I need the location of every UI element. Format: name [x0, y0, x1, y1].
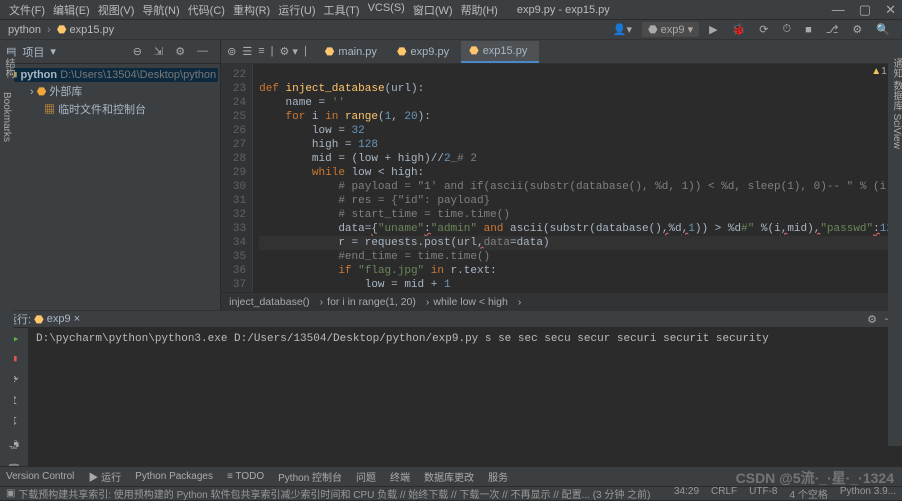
- right-rail[interactable]: 通知 数据库 SciView: [888, 54, 902, 446]
- code-breadcrumb[interactable]: inject_database()›for i in range(1, 20)›…: [221, 292, 902, 310]
- editor-tabs: ⊚ ☰ ≡ | ⚙ ▾ | ⬣main.py⬣exp9.py⬣exp15.py: [221, 40, 902, 64]
- tool-tab[interactable]: 问题: [356, 469, 376, 484]
- menu-item[interactable]: VCS(S): [365, 1, 408, 19]
- list-icon[interactable]: ☰: [242, 45, 252, 58]
- menu-item[interactable]: 帮助(H): [458, 1, 501, 19]
- collapse-icon[interactable]: ⊖: [133, 45, 142, 58]
- crumb-file[interactable]: exp15.py: [70, 24, 115, 36]
- sort-icon[interactable]: ≡: [258, 45, 264, 58]
- status-message[interactable]: 下载预构建共享索引: 使用预构建的 Python 软件包共享索引减少索引时间和 …: [18, 486, 650, 501]
- crumb-root[interactable]: python: [8, 24, 41, 36]
- run-name[interactable]: exp9: [47, 313, 71, 325]
- tool-tab[interactable]: Python 控制台: [278, 469, 342, 484]
- editor-tab[interactable]: ⬣exp9.py: [389, 41, 461, 63]
- menu-item[interactable]: 代码(C): [185, 1, 228, 19]
- tool-tab[interactable]: Version Control: [6, 471, 74, 482]
- code-crumb-item[interactable]: inject_database(): [229, 296, 310, 308]
- run-config-selector[interactable]: ⬣ exp9 ▾: [642, 22, 699, 37]
- run-settings-icon[interactable]: ⚙: [867, 313, 877, 326]
- maximize-icon[interactable]: ▢: [859, 2, 871, 18]
- tool-tab[interactable]: ▶ 运行: [88, 469, 121, 484]
- status-hide-icon[interactable]: ▣: [6, 488, 15, 499]
- tool-tab[interactable]: Python Packages: [135, 471, 213, 482]
- close-icon[interactable]: ✕: [885, 2, 896, 18]
- run-panel: 运行: ⬣ exp9 × ⚙ — ▶ ■ ⟳ ↥ ↧ 🖶 🗑 D:\pychar…: [0, 310, 902, 466]
- project-tool-header: ▤ 项目 ▾ ⊖ ⇲ ⚙ —: [0, 40, 220, 64]
- editor-tab[interactable]: ⬣exp15.py: [461, 41, 539, 63]
- coverage-icon[interactable]: ⟳: [755, 23, 772, 36]
- tree-scratch[interactable]: ▦ 临时文件和控制台: [2, 100, 218, 118]
- project-label: 项目: [22, 44, 44, 60]
- settings-icon[interactable]: ⚙: [175, 45, 185, 58]
- status-bar: ▣ 下载预构建共享索引: 使用预构建的 Python 软件包共享索引减少索引时间…: [0, 486, 902, 500]
- menu-item[interactable]: 窗口(W): [410, 1, 456, 19]
- code-crumb-item[interactable]: while low < high: [433, 296, 507, 308]
- menu-item[interactable]: 文件(F): [6, 1, 48, 19]
- project-tree[interactable]: › ■ python D:\Users\13504\Desktop\python…: [0, 64, 220, 122]
- menu-item[interactable]: 重构(R): [230, 1, 273, 19]
- title-bar: 文件(F)编辑(E)视图(V)导航(N)代码(C)重构(R)运行(U)工具(T)…: [0, 0, 902, 20]
- stop-icon[interactable]: ■: [801, 24, 816, 36]
- run-icon[interactable]: ▶: [705, 23, 721, 36]
- tool-tab[interactable]: 终端: [390, 469, 410, 484]
- toolbar-right: 👤▾ ⬣ exp9 ▾ ▶ 🐞 ⟳ ⏱ ■ ⎇ ⚙ 🔍: [609, 22, 894, 37]
- editor-tab[interactable]: ⬣main.py: [317, 41, 389, 63]
- menu-bar: 文件(F)编辑(E)视图(V)导航(N)代码(C)重构(R)运行(U)工具(T)…: [6, 1, 501, 19]
- search-icon[interactable]: 🔍: [872, 23, 894, 36]
- menu-item[interactable]: 运行(U): [275, 1, 318, 19]
- tree-ext-lib[interactable]: › ⬣ 外部库: [2, 82, 218, 100]
- minimize-icon[interactable]: —: [832, 2, 845, 18]
- debug-icon[interactable]: 🐞: [728, 23, 750, 36]
- settings-icon[interactable]: ⚙: [848, 23, 866, 36]
- window-title: exp9.py - exp15.py: [517, 4, 610, 16]
- code-crumb-item[interactable]: for i in range(1, 20): [327, 296, 416, 308]
- indent[interactable]: 4 个空格: [790, 486, 828, 501]
- menu-item[interactable]: 编辑(E): [50, 1, 93, 19]
- expand-icon[interactable]: ⇲: [154, 45, 163, 58]
- profile-icon[interactable]: ⏱: [778, 23, 795, 36]
- gear-icon[interactable]: ⚙ ▾: [279, 45, 297, 58]
- line-sep[interactable]: CRLF: [711, 486, 737, 501]
- user-icon[interactable]: 👤▾: [609, 23, 636, 36]
- menu-item[interactable]: 视图(V): [95, 1, 138, 19]
- code-area[interactable]: def inject_database(url): name = '' for …: [253, 64, 902, 292]
- nav-bar: python › ⬣ exp15.py 👤▾ ⬣ exp9 ▾ ▶ 🐞 ⟳ ⏱ …: [0, 20, 902, 40]
- hide-icon[interactable]: —: [197, 45, 208, 58]
- breadcrumb[interactable]: python › ⬣ exp15.py: [8, 23, 114, 36]
- tool-tab[interactable]: ≡ TODO: [227, 471, 264, 482]
- tool-window-bar: Version Control ▶ 运行 Python Packages ≡ TODO…: [0, 466, 902, 486]
- gutter[interactable]: 22 23 24 25 26 27 28 29 30 31 32 33 34 3…: [221, 64, 253, 292]
- tool-tab[interactable]: 服务: [488, 469, 508, 484]
- menu-item[interactable]: 导航(N): [139, 1, 182, 19]
- locate-icon[interactable]: ⊚: [227, 45, 236, 58]
- project-sidebar: ▤ 项目 ▾ ⊖ ⇲ ⚙ — › ■ python D:\Users\13504…: [0, 40, 221, 310]
- tool-tab[interactable]: 数据库更改: [424, 469, 474, 484]
- caret-pos[interactable]: 34:29: [674, 486, 699, 501]
- console-output[interactable]: D:\pycharm\python\python3.exe D:/Users/1…: [28, 328, 902, 476]
- left-rail[interactable]: 结构Bookmarks: [0, 54, 14, 446]
- encoding[interactable]: UTF-8: [749, 486, 777, 501]
- interpreter[interactable]: Python 3.9...: [840, 486, 896, 501]
- editor: ⊚ ☰ ≡ | ⚙ ▾ | ⬣main.py⬣exp9.py⬣exp15.py …: [221, 40, 902, 310]
- vcs-icon[interactable]: ⎇: [822, 23, 843, 36]
- tree-root[interactable]: › ■ python D:\Users\13504\Desktop\python: [2, 68, 218, 82]
- menu-item[interactable]: 工具(T): [321, 1, 363, 19]
